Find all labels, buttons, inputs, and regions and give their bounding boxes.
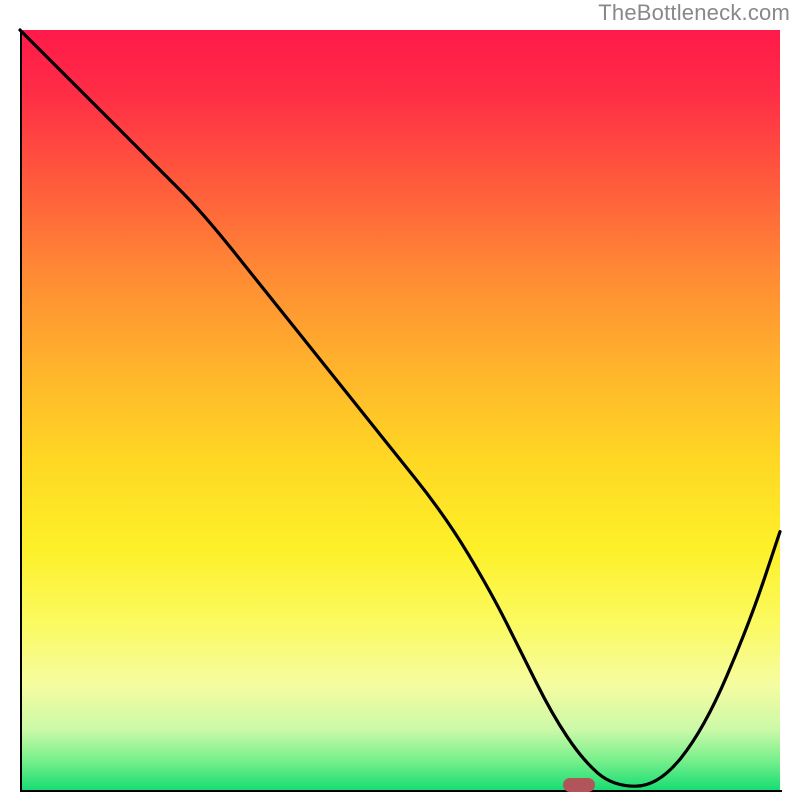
curve-svg <box>20 30 780 790</box>
chart-container: TheBottleneck.com <box>0 0 800 800</box>
optimal-point-marker <box>563 778 595 792</box>
x-axis <box>20 790 782 792</box>
watermark-text: TheBottleneck.com <box>598 0 790 26</box>
bottleneck-curve <box>20 30 780 786</box>
